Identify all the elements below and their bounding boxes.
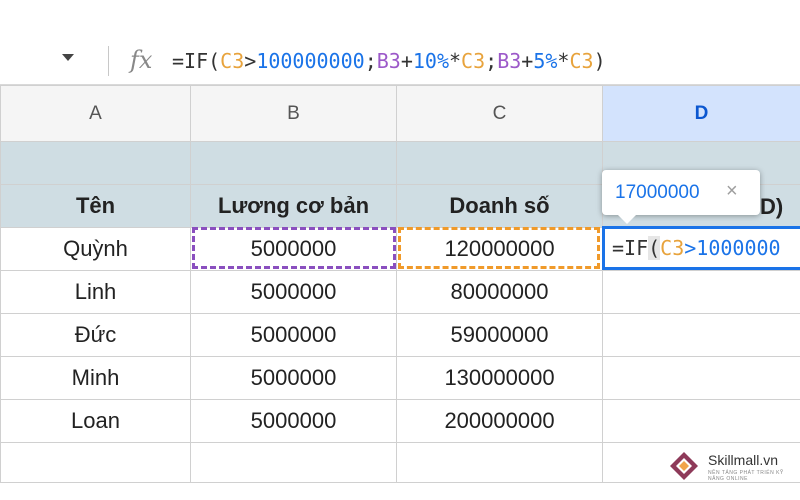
cell-name[interactable]: Quỳnh <box>0 227 191 271</box>
column-header-c[interactable]: C <box>396 85 603 142</box>
header-cell-sales[interactable]: Doanh số <box>396 184 603 228</box>
formula-token: =IF <box>612 236 649 260</box>
cell-sales[interactable]: 59000000 <box>396 313 603 357</box>
cell[interactable] <box>0 442 191 483</box>
table-row: Linh 5000000 80000000 <box>0 270 800 314</box>
header-cell-salary[interactable]: Lương cơ bản <box>190 184 397 228</box>
formula-token: C3 <box>660 236 685 260</box>
cell-d[interactable] <box>602 399 800 443</box>
cell-name[interactable]: Linh <box>0 270 191 314</box>
formula-token: 100000000 <box>256 49 365 73</box>
fx-icon: fx <box>130 46 153 74</box>
tooltip-value: 17000000 <box>615 182 700 203</box>
logo-icon <box>670 452 698 480</box>
logo-subtitle: NỀN TẢNG PHÁT TRIỂN KỸ NĂNG ONLINE <box>708 470 784 482</box>
formula-bar: fx =IF(C3>100000000;B3+10%*C3;B3+5%*C3) <box>0 38 800 85</box>
cell-name[interactable]: Minh <box>0 356 191 400</box>
formula-token: * <box>557 49 570 73</box>
cell[interactable] <box>190 141 397 185</box>
formula-token: C3 <box>569 49 594 73</box>
cell-editor[interactable]: =IF(C3>1000000 <box>602 226 800 270</box>
chevron-down-icon[interactable] <box>62 54 74 61</box>
formula-result-tooltip: 17000000 × <box>602 170 760 224</box>
formula-token: ) <box>593 49 606 73</box>
divider <box>108 46 109 76</box>
cell-salary[interactable]: 5000000 <box>190 313 397 357</box>
cell-d[interactable] <box>602 356 800 400</box>
cell-sales[interactable]: 120000000 <box>396 227 603 271</box>
cell-salary[interactable]: 5000000 <box>190 356 397 400</box>
cell-sales[interactable]: 200000000 <box>396 399 603 443</box>
formula-token: B3 <box>376 49 401 73</box>
logo-text: Skillmall.vn <box>708 452 779 468</box>
cell-salary[interactable]: 5000000 <box>190 270 397 314</box>
close-icon[interactable]: × <box>726 180 738 203</box>
formula-token: + <box>521 49 534 73</box>
cell[interactable] <box>396 442 603 483</box>
formula-token: ; <box>485 49 498 73</box>
column-header-a[interactable]: A <box>0 85 191 142</box>
cell-sales[interactable]: 80000000 <box>396 270 603 314</box>
cell-d[interactable] <box>602 270 800 314</box>
table-row: Loan 5000000 200000000 <box>0 399 800 443</box>
cell-name[interactable]: Loan <box>0 399 191 443</box>
header-cell-d-partial: D) <box>760 194 784 219</box>
column-header-row: A B C D <box>0 85 800 142</box>
header-cell-name[interactable]: Tên <box>0 184 191 228</box>
cell-salary[interactable]: 5000000 <box>190 399 397 443</box>
cell-salary[interactable]: 5000000 <box>190 227 397 271</box>
tooltip-arrow <box>618 215 636 224</box>
cell-sales[interactable]: 130000000 <box>396 356 603 400</box>
formula-token: 10% <box>412 49 449 73</box>
cell[interactable] <box>396 141 603 185</box>
formula-token: =IF( <box>172 49 221 73</box>
formula-token: ( <box>648 236 661 260</box>
cell[interactable] <box>0 141 191 185</box>
spreadsheet-grid: A B C D Tên Lương cơ bản Doanh số Quỳnh … <box>0 85 800 483</box>
skillmall-logo: Skillmall.vn NỀN TẢNG PHÁT TRIỂN KỸ NĂNG… <box>668 446 800 486</box>
formula-input[interactable]: =IF(C3>100000000;B3+10%*C3;B3+5%*C3) <box>172 49 606 73</box>
cell[interactable] <box>190 442 397 483</box>
table-row: Minh 5000000 130000000 <box>0 356 800 400</box>
formula-token: B3 <box>497 49 522 73</box>
formula-token: + <box>400 49 413 73</box>
formula-token: C3 <box>220 49 245 73</box>
formula-token: C3 <box>461 49 486 73</box>
table-row: Đức 5000000 59000000 <box>0 313 800 357</box>
formula-token: > <box>244 49 257 73</box>
column-header-b[interactable]: B <box>190 85 397 142</box>
formula-token: * <box>449 49 462 73</box>
formula-token: >1000000 <box>684 236 781 260</box>
cell-name[interactable]: Đức <box>0 313 191 357</box>
formula-token: 5% <box>533 49 558 73</box>
formula-token: ; <box>364 49 377 73</box>
column-header-d[interactable]: D <box>602 85 800 142</box>
cell-d[interactable] <box>602 313 800 357</box>
